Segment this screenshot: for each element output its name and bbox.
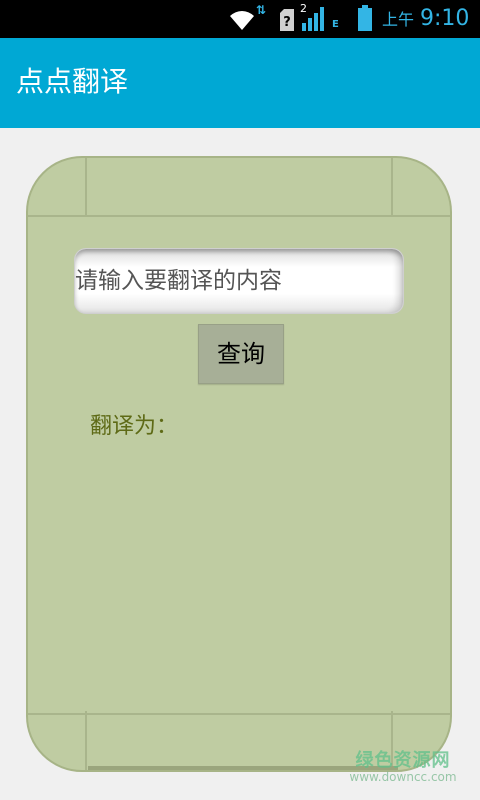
watermark: 绿色资源网 www.downcc.com (343, 746, 463, 784)
clock-time: 9:10 (420, 6, 470, 31)
clock-ampm: 上午 (382, 10, 415, 29)
query-button[interactable]: 查询 (198, 324, 284, 384)
svg-text:?: ? (283, 15, 291, 30)
watermark-url: www.downcc.com (349, 770, 457, 784)
card-divider (28, 215, 450, 217)
card-divider (28, 713, 450, 715)
watermark-text: 绿色资源网 (355, 750, 451, 771)
status-bar: ⇅ ? 2 E 上午 9:10 (0, 0, 480, 38)
result-label: 翻译为： (90, 414, 179, 439)
battery-icon (358, 5, 372, 31)
data-arrows-icon: ⇅ (256, 3, 267, 17)
card-divider (391, 158, 393, 217)
network-type-label: E (332, 19, 339, 30)
translate-card: 查询 翻译为： (26, 156, 452, 772)
signal-icon (302, 7, 324, 31)
app-title: 点点翻译 (16, 65, 129, 98)
clock: 上午 9:10 (382, 5, 469, 33)
card-divider (85, 158, 87, 217)
card-divider (85, 711, 87, 770)
translate-input-box (74, 248, 404, 314)
no-sim-icon: ? (280, 9, 294, 31)
wifi-icon (230, 11, 254, 30)
action-bar: 点点翻译 (0, 38, 480, 128)
translate-input[interactable] (75, 249, 403, 313)
